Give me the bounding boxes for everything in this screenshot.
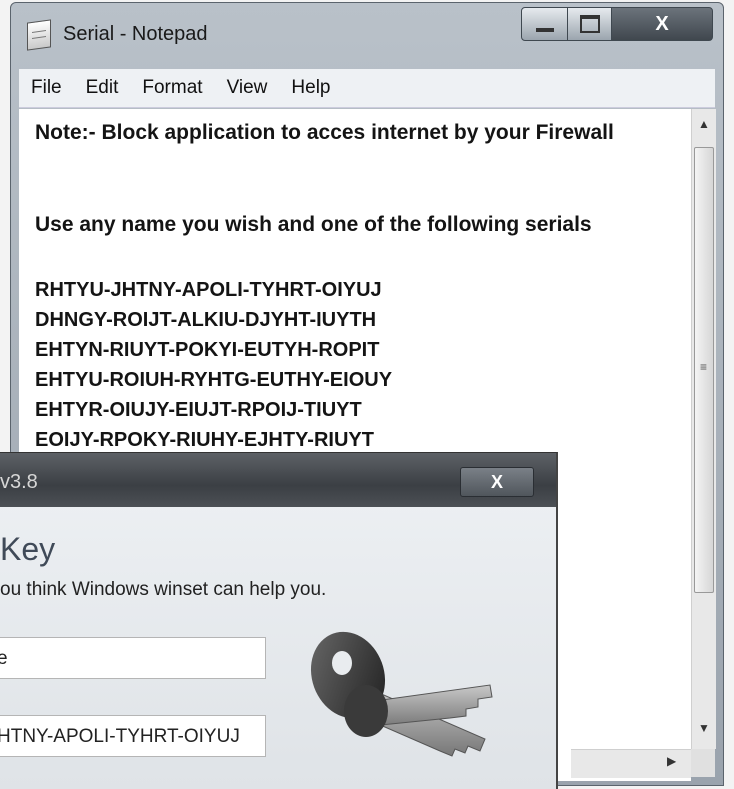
grip-icon: ≡ bbox=[700, 360, 708, 374]
serial-line: EHTYR-OIUJY-EIUJT-RPOIJ-TIUYT bbox=[35, 399, 362, 421]
serial-line: DHNGY-ROIJT-ALKIU-DJYHT-IUYTH bbox=[35, 309, 377, 331]
menu-view[interactable]: View bbox=[215, 77, 280, 99]
scroll-down-icon[interactable]: ▼ bbox=[692, 721, 716, 735]
dialog-title: v3.8 bbox=[0, 471, 38, 493]
scroll-right-icon[interactable]: ▶ bbox=[667, 754, 676, 768]
note-line: Note:- Block application to acces intern… bbox=[35, 121, 614, 144]
menu-help[interactable]: Help bbox=[279, 77, 342, 99]
serial-line: RHTYU-JHTNY-APOLI-TYHRT-OIYUJ bbox=[35, 279, 382, 301]
serial-line: EOIJY-RPOKY-RIUHY-EJHTY-RIUYT bbox=[35, 429, 374, 451]
serial-input[interactable]: HTNY-APOLI-TYHRT-OIYUJ bbox=[0, 715, 266, 757]
close-icon: X bbox=[490, 471, 503, 492]
notepad-icon bbox=[27, 19, 51, 51]
resize-grip[interactable] bbox=[691, 749, 715, 777]
notepad-titlebar[interactable]: Serial - Notepad X bbox=[11, 3, 723, 61]
menu-edit[interactable]: Edit bbox=[74, 77, 131, 99]
dialog-close-button[interactable]: X bbox=[460, 467, 534, 497]
serial-line: EHTYN-RIUYT-POKYI-EUTYH-ROPIT bbox=[35, 339, 380, 361]
dialog-description: ou think Windows winset can help you. bbox=[0, 579, 327, 600]
winset-dialog: v3.8 X Key ou think Windows winset can h… bbox=[0, 452, 558, 789]
scroll-thumb[interactable]: ≡ bbox=[694, 147, 714, 593]
horizontal-scrollbar[interactable]: ▶ bbox=[571, 749, 691, 778]
vertical-scrollbar[interactable]: ▲ ≡ ▼ bbox=[691, 109, 716, 749]
minimize-icon bbox=[536, 28, 554, 32]
menu-file[interactable]: File bbox=[19, 77, 74, 99]
menu-bar: File Edit Format View Help bbox=[19, 69, 715, 108]
instruction-line: Use any name you wish and one of the fol… bbox=[35, 213, 592, 236]
scroll-up-icon[interactable]: ▲ bbox=[692, 117, 716, 131]
maximize-button[interactable] bbox=[567, 7, 613, 41]
window-title: Serial - Notepad bbox=[63, 23, 208, 45]
dialog-titlebar[interactable]: v3.8 X bbox=[0, 453, 556, 507]
close-icon: X bbox=[655, 12, 669, 35]
name-input[interactable]: e bbox=[0, 637, 266, 679]
maximize-icon bbox=[580, 15, 600, 33]
minimize-button[interactable] bbox=[521, 7, 569, 41]
dialog-heading: Key bbox=[0, 531, 56, 567]
menu-format[interactable]: Format bbox=[130, 77, 214, 99]
keys-icon bbox=[310, 631, 493, 757]
serial-line: EHTYU-ROIUH-RYHTG-EUTHY-EIOUY bbox=[35, 369, 393, 391]
close-button[interactable]: X bbox=[611, 7, 713, 41]
